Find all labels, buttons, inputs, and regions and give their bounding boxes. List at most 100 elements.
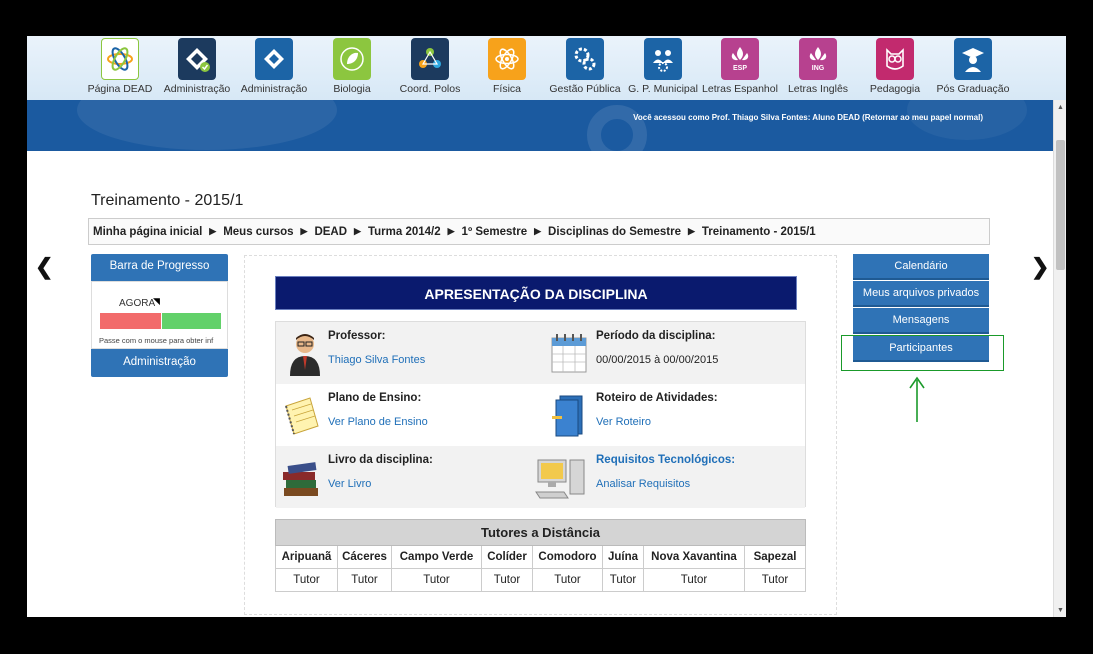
breadcrumb-separator-icon: ▶	[300, 226, 308, 236]
scroll-up-icon[interactable]: ▲	[1054, 104, 1066, 111]
atom-icon	[488, 38, 526, 80]
menu-calendar-button[interactable]: Calendário	[853, 254, 989, 280]
requirements-cell: Requisitos Tecnológicos: Analisar Requis…	[534, 446, 804, 508]
app-pagina-dead[interactable]: Página DEAD	[81, 38, 159, 95]
course-info-grid: Professor: Thiago Silva Fontes Período d…	[275, 321, 806, 508]
book-link[interactable]: Ver Livro	[328, 478, 371, 490]
app-gp-municipal[interactable]: G. P. Municipal	[624, 38, 702, 95]
table-header-cell: Campo Verde	[391, 545, 482, 569]
breadcrumb-item[interactable]: Meus cursos	[223, 226, 293, 238]
login-info[interactable]: Você acessou como Prof. Thiago Silva Fon…	[633, 113, 983, 122]
next-page-arrow-icon[interactable]: ❯	[1031, 254, 1049, 280]
graduate-icon	[954, 38, 992, 80]
vertical-scrollbar[interactable]: ▲ ▼	[1053, 100, 1066, 617]
calendar-icon	[551, 334, 587, 373]
plan-link[interactable]: Ver Plano de Ensino	[328, 416, 428, 428]
table-header-cell: Comodoro	[532, 545, 603, 569]
requirements-title-link[interactable]: Requisitos Tecnológicos:	[596, 454, 735, 466]
requirements-link[interactable]: Analisar Requisitos	[596, 478, 690, 490]
table-cell: Tutor	[481, 568, 533, 592]
app-administracao-1[interactable]: Administração	[158, 38, 236, 95]
app-gestao-publica[interactable]: Gestão Pública	[546, 38, 624, 95]
admin-block-title[interactable]: Administração	[91, 349, 228, 377]
fleur-ing-icon: ING	[799, 38, 837, 80]
professor-icon	[290, 334, 320, 376]
previous-page-arrow-icon[interactable]: ❮	[35, 254, 53, 280]
leaf-icon	[333, 38, 371, 80]
breadcrumb-separator-icon: ▶	[209, 226, 217, 236]
info-title: Professor:	[328, 330, 386, 342]
professor-cell: Professor: Thiago Silva Fontes	[284, 322, 544, 384]
participants-highlight-box	[841, 335, 1004, 371]
app-label: Administração	[163, 83, 231, 95]
app-label: Pós Graduação	[936, 83, 1010, 95]
tutors-caption: Tutores a Distância	[275, 519, 806, 546]
progress-now-label: AGORA	[119, 298, 156, 309]
admin-icon	[255, 38, 293, 80]
app-fisica[interactable]: Física	[468, 38, 546, 95]
app-letras-espanhol[interactable]: ESP Letras Espanhol	[701, 38, 779, 95]
menu-private-files-button[interactable]: Meus arquivos privados	[853, 281, 989, 307]
info-title: Plano de Ensino:	[328, 392, 422, 404]
app-coord-polos[interactable]: Coord. Polos	[391, 38, 469, 95]
professor-link[interactable]: Thiago Silva Fontes	[328, 354, 425, 366]
app-label: Biologia	[333, 83, 371, 95]
plan-cell: Plano de Ensino: Ver Plano de Ensino	[280, 384, 544, 446]
table-header-cell: Sapezal	[744, 545, 806, 569]
table-cell: Tutor	[275, 568, 338, 592]
breadcrumb-current: Treinamento - 2015/1	[701, 225, 816, 238]
admin-check-icon	[178, 38, 216, 80]
gears-icon	[566, 38, 604, 80]
progress-block-title[interactable]: Barra de Progresso	[91, 254, 228, 281]
svg-text:ING: ING	[812, 65, 825, 72]
progress-bar-block: AGORA ◥ Passe com o mouse para obter inf	[91, 281, 228, 349]
table-cell: Tutor	[643, 568, 745, 592]
info-title: Livro da disciplina:	[328, 454, 433, 466]
table-row: Aripuanã Cáceres Campo Verde Colíder Com…	[275, 545, 806, 569]
atom-logo-icon	[101, 38, 139, 80]
period-value: 00/00/2015 à 00/00/2015	[596, 354, 719, 366]
breadcrumb-item[interactable]: 1º Semestre	[462, 226, 528, 238]
table-row: Tutor Tutor Tutor Tutor Tutor Tutor Tuto…	[275, 568, 806, 592]
breadcrumb-item[interactable]: DEAD	[314, 226, 347, 238]
binder-icon	[552, 395, 583, 437]
table-header-cell: Cáceres	[337, 545, 392, 569]
app-pedagogia[interactable]: Pedagogia	[856, 38, 934, 95]
people-gears-icon	[644, 38, 682, 80]
table-cell: Tutor	[391, 568, 482, 592]
breadcrumb-item[interactable]: Disciplinas do Semestre	[548, 226, 681, 238]
app-label: Letras Inglês	[787, 83, 849, 95]
app-label: Coord. Polos	[399, 83, 461, 95]
app-biologia[interactable]: Biologia	[313, 38, 391, 95]
breadcrumb-item[interactable]: Turma 2014/2	[368, 226, 441, 238]
breadcrumb-item[interactable]: Minha página inicial	[93, 226, 202, 238]
browser-viewport: Página DEAD Administração Administração …	[27, 36, 1066, 617]
app-administracao-2[interactable]: Administração	[235, 38, 313, 95]
site-banner: Você acessou como Prof. Thiago Silva Fon…	[27, 100, 1053, 151]
table-header-cell: Juína	[602, 545, 644, 569]
breadcrumb-separator-icon: ▶	[447, 226, 455, 236]
breadcrumb: Minha página inicial ▶ Meus cursos ▶ DEAD ▶…	[88, 218, 990, 245]
app-pos-graduacao[interactable]: Pós Graduação	[934, 38, 1012, 95]
up-arrow-icon	[909, 376, 925, 422]
schedule-cell: Roteiro de Atividades: Ver Roteiro	[548, 384, 804, 446]
progress-bar-done[interactable]	[162, 313, 221, 329]
table-header-cell: Aripuanã	[275, 545, 338, 569]
table-header-cell: Colíder	[481, 545, 533, 569]
app-label: G. P. Municipal	[628, 83, 698, 95]
notebook-icon	[285, 397, 319, 435]
schedule-link[interactable]: Ver Roteiro	[596, 416, 651, 428]
info-row: Professor: Thiago Silva Fontes Período d…	[276, 322, 805, 384]
info-title: Período da disciplina:	[596, 330, 716, 342]
fleur-esp-icon: ESP	[721, 38, 759, 80]
scrollbar-thumb[interactable]	[1056, 140, 1065, 270]
book-cell: Livro da disciplina: Ver Livro	[280, 446, 544, 508]
app-label: Pedagogia	[869, 83, 921, 95]
info-row: Livro da disciplina: Ver Livro Requisito…	[276, 446, 805, 508]
app-label: Física	[492, 83, 521, 95]
app-letras-ingles[interactable]: ING Letras Inglês	[779, 38, 857, 95]
menu-messages-button[interactable]: Mensagens	[853, 308, 989, 334]
app-label: Gestão Pública	[549, 83, 621, 95]
scroll-down-icon[interactable]: ▼	[1054, 607, 1066, 614]
progress-bar-pending[interactable]	[100, 313, 161, 329]
